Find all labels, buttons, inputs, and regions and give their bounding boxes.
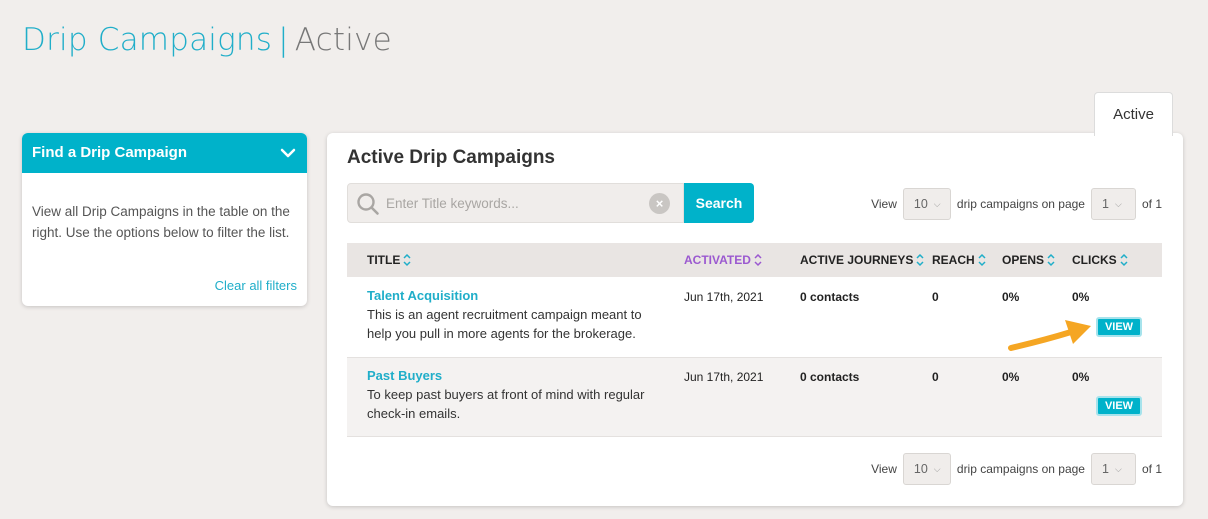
tab-active[interactable]: Active	[1094, 92, 1173, 136]
page-value: 1	[1101, 197, 1109, 211]
dropdown-caret-icon: ⌵	[933, 198, 941, 209]
sort-icon[interactable]	[916, 253, 924, 267]
page-title-separator: |	[278, 22, 289, 58]
column-header-opens[interactable]: OPENS	[1002, 243, 1055, 277]
clear-all-filters-link[interactable]: Clear all filters	[215, 278, 297, 293]
column-header-clicks[interactable]: CLICKS	[1072, 243, 1128, 277]
page-value: 1	[1101, 462, 1109, 476]
opens-value: 0%	[1002, 290, 1020, 304]
campaign-name-link[interactable]: Past Buyers	[367, 368, 657, 383]
table-header: TITLE ACTIVATED ACTIVE JOURNEYS REACH OP…	[347, 243, 1162, 277]
pager-suffix-label: drip campaigns on page	[956, 462, 1085, 476]
page-select[interactable]: 1 ⌵	[1090, 453, 1136, 485]
active-journeys-value: 0 contacts	[800, 290, 860, 304]
column-header-title[interactable]: TITLE	[367, 243, 411, 277]
pager-of-label: of 1	[1141, 197, 1162, 211]
column-header-label: TITLE	[367, 253, 401, 267]
search-button[interactable]: Search	[684, 183, 754, 223]
row-divider	[347, 436, 1162, 437]
search-input[interactable]	[386, 184, 636, 222]
view-button[interactable]: VIEW	[1096, 317, 1142, 337]
filter-panel-title: Find a Drip Campaign	[32, 144, 188, 161]
page-title: Drip Campaigns | Active	[22, 22, 392, 58]
column-header-label: REACH	[932, 253, 975, 267]
column-header-activated[interactable]: ACTIVATED	[684, 243, 762, 277]
clicks-value: 0%	[1072, 290, 1090, 304]
sort-icon[interactable]	[403, 253, 411, 267]
page-title-main: Drip Campaigns	[22, 22, 273, 58]
column-header-label: CLICKS	[1072, 253, 1117, 267]
pager-view-label: View	[871, 197, 897, 211]
sort-icon[interactable]	[754, 253, 762, 267]
campaign-cell: Talent Acquisition This is an agent recr…	[367, 288, 657, 343]
reach-value: 0	[932, 290, 939, 304]
dropdown-caret-icon: ⌵	[1114, 198, 1122, 209]
pager-view-label: View	[871, 462, 897, 476]
filter-panel-header[interactable]: Find a Drip Campaign	[22, 133, 307, 173]
page-select[interactable]: 1 ⌵	[1090, 188, 1136, 220]
activated-date: Jun 17th, 2021	[684, 290, 764, 304]
pager-bottom: View 10 ⌵ drip campaigns on page 1 ⌵ of 1	[871, 452, 1162, 486]
sort-icon[interactable]	[1120, 253, 1128, 267]
clear-icon[interactable]: ×	[649, 193, 670, 214]
view-button[interactable]: VIEW	[1096, 396, 1142, 416]
filter-panel: Find a Drip Campaign View all Drip Campa…	[22, 133, 307, 306]
dropdown-caret-icon: ⌵	[933, 463, 941, 474]
dropdown-caret-icon: ⌵	[1114, 463, 1122, 474]
panel-title: Active Drip Campaigns	[347, 147, 555, 168]
page-title-sub: Active	[294, 22, 392, 58]
pager-suffix-label: drip campaigns on page	[956, 197, 1085, 211]
per-page-select[interactable]: 10 ⌵	[902, 188, 951, 220]
pager-of-label: of 1	[1141, 462, 1162, 476]
activated-date: Jun 17th, 2021	[684, 370, 764, 384]
column-header-reach[interactable]: REACH	[932, 243, 986, 277]
campaign-cell: Past Buyers To keep past buyers at front…	[367, 368, 657, 423]
clicks-value: 0%	[1072, 370, 1090, 384]
per-page-value: 10	[913, 197, 928, 211]
filter-panel-description: View all Drip Campaigns in the table on …	[32, 204, 290, 240]
reach-value: 0	[932, 370, 939, 384]
chevron-down-icon[interactable]	[279, 133, 297, 173]
campaign-description: This is an agent recruitment campaign me…	[367, 307, 642, 341]
column-header-label: ACTIVATED	[684, 253, 751, 267]
pager-top: View 10 ⌵ drip campaigns on page 1 ⌵ of 1	[871, 187, 1162, 221]
column-header-label: ACTIVE JOURNEYS	[800, 253, 914, 267]
column-header-active-journeys[interactable]: ACTIVE JOURNEYS	[800, 243, 924, 277]
opens-value: 0%	[1002, 370, 1020, 384]
campaign-description: To keep past buyers at front of mind wit…	[367, 387, 645, 421]
search-icon	[356, 192, 380, 221]
sort-icon[interactable]	[978, 253, 986, 267]
table-row: Past Buyers To keep past buyers at front…	[347, 358, 1162, 436]
campaign-name-link[interactable]: Talent Acquisition	[367, 288, 657, 303]
search-box: ×	[347, 183, 684, 223]
per-page-select[interactable]: 10 ⌵	[902, 453, 951, 485]
annotation-arrow-icon	[1008, 320, 1091, 351]
sort-icon[interactable]	[1047, 253, 1055, 267]
active-journeys-value: 0 contacts	[800, 370, 860, 384]
column-header-label: OPENS	[1002, 253, 1045, 267]
per-page-value: 10	[913, 462, 928, 476]
